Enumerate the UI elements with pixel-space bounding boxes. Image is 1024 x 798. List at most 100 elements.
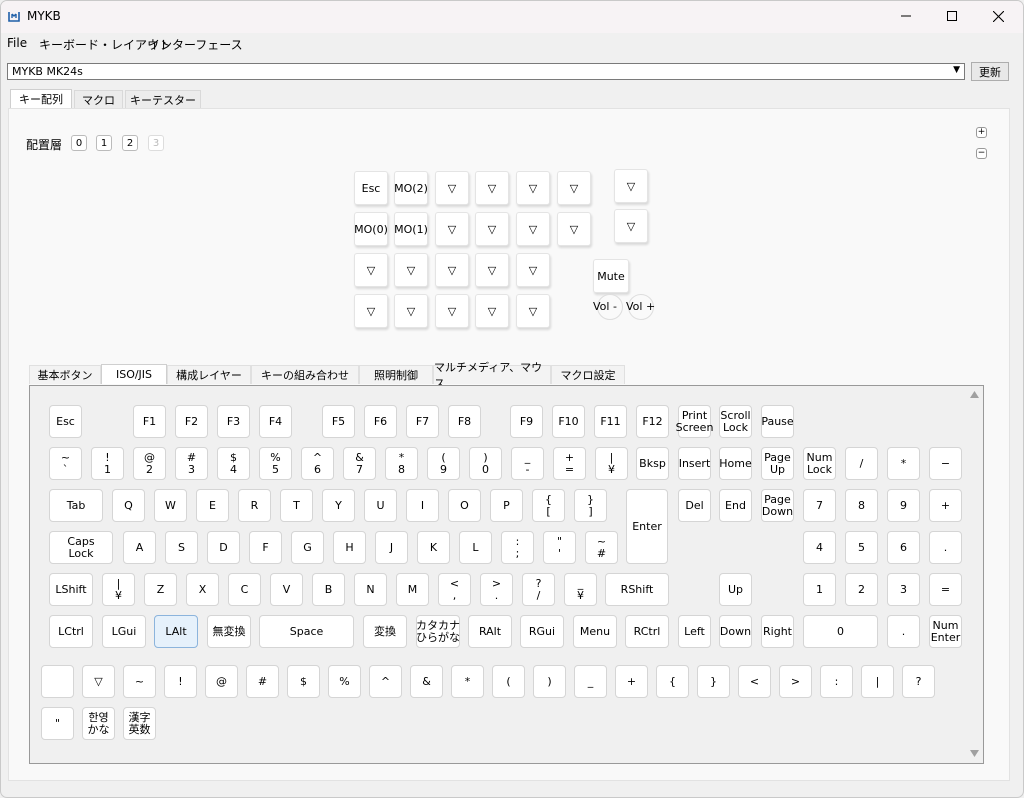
key-blank[interactable] [41, 665, 74, 698]
key-2[interactable]: @2 [133, 447, 166, 480]
key-v[interactable]: V [270, 573, 303, 606]
key-down[interactable]: Down [719, 615, 752, 648]
menu-interface[interactable]: インターフェース [148, 36, 243, 53]
tab-key-layout[interactable]: キー配列 [10, 89, 72, 108]
key-f12[interactable]: F12 [636, 405, 669, 438]
macropad-key[interactable]: MO(0) [354, 212, 388, 246]
tab-iso-jis[interactable]: ISO/JIS [101, 364, 167, 384]
key-f7[interactable]: F7 [406, 405, 439, 438]
key-s_pct[interactable]: % [328, 665, 361, 698]
key-kpslash[interactable]: / [845, 447, 878, 480]
key-f1[interactable]: F1 [133, 405, 166, 438]
key-4[interactable]: $4 [217, 447, 250, 480]
tab-layers[interactable]: 構成レイヤー [167, 365, 251, 384]
key-lctrl[interactable]: LCtrl [49, 615, 93, 648]
key-kp0[interactable]: 0 [803, 615, 878, 648]
key-slash[interactable]: ? / [522, 573, 555, 606]
key-f5[interactable]: F5 [322, 405, 355, 438]
key-3[interactable]: #3 [175, 447, 208, 480]
key-f9[interactable]: F9 [510, 405, 543, 438]
key-kpstar[interactable]: * [887, 447, 920, 480]
key-lalt[interactable]: LAlt [154, 615, 198, 648]
key-kp6[interactable]: 6 [887, 531, 920, 564]
remove-layer-button[interactable]: − [976, 148, 987, 159]
key-s_under[interactable]: _ [574, 665, 607, 698]
key-p[interactable]: P [490, 489, 523, 522]
key-minus[interactable]: _ - [511, 447, 544, 480]
key-kp4[interactable]: 4 [803, 531, 836, 564]
key-pagedown[interactable]: Page Down [761, 489, 794, 522]
key-scrolllock[interactable]: Scroll Lock [719, 405, 752, 438]
key-e[interactable]: E [196, 489, 229, 522]
key-s_hash[interactable]: # [246, 665, 279, 698]
key-s_at[interactable]: @ [205, 665, 238, 698]
macropad-key[interactable]: ▽ [475, 253, 509, 287]
key-printscreen[interactable]: Print Screen [676, 405, 713, 438]
key-s_gt[interactable]: > [779, 665, 812, 698]
key-s_plus[interactable]: + [615, 665, 648, 698]
key-rgui[interactable]: RGui [520, 615, 564, 648]
key-kpdot2[interactable]: . [887, 615, 920, 648]
key-pageup[interactable]: Page Up [761, 447, 794, 480]
layer-1-button[interactable]: 1 [96, 135, 112, 151]
key-esc[interactable]: Esc [49, 405, 82, 438]
key-m[interactable]: M [396, 573, 429, 606]
macropad-key[interactable]: ▽ [475, 294, 509, 328]
layer-2-button[interactable]: 2 [122, 135, 138, 151]
key-enter[interactable]: Enter [626, 489, 668, 564]
key-w[interactable]: W [154, 489, 187, 522]
key-y[interactable]: Y [322, 489, 355, 522]
scrollbar[interactable] [966, 387, 983, 762]
key-kp2[interactable]: 2 [845, 573, 878, 606]
close-button[interactable] [975, 1, 1021, 31]
key-d[interactable]: D [207, 531, 240, 564]
key-kana[interactable]: カタカナ ひらがな [416, 615, 460, 648]
key-kpequal[interactable]: = [929, 573, 962, 606]
key-f3[interactable]: F3 [217, 405, 250, 438]
add-layer-button[interactable]: + [976, 127, 987, 138]
minimize-button[interactable] [883, 1, 929, 31]
key-6[interactable]: ^ 6 [301, 447, 334, 480]
key-s_rbrace[interactable]: } [697, 665, 730, 698]
key-b[interactable]: B [312, 573, 345, 606]
key-8[interactable]: * 8 [385, 447, 418, 480]
key-insert[interactable]: Insert [678, 447, 711, 480]
key-kp7[interactable]: 7 [803, 489, 836, 522]
macropad-key[interactable]: ▽ [516, 253, 550, 287]
key-lbracket[interactable]: {[ [532, 489, 565, 522]
mute-key[interactable]: Mute [593, 259, 629, 293]
key-f[interactable]: F [249, 531, 282, 564]
key-s_star[interactable]: * [451, 665, 484, 698]
macropad-key[interactable]: ▽ [557, 212, 591, 246]
key-x[interactable]: X [186, 573, 219, 606]
macropad-key[interactable]: ▽ [435, 253, 469, 287]
tab-macro-settings[interactable]: マクロ設定 [551, 365, 625, 384]
key-s_dollar[interactable]: $ [287, 665, 320, 698]
key-kp3[interactable]: 3 [887, 573, 920, 606]
macropad-key[interactable]: ▽ [516, 294, 550, 328]
key-kp5[interactable]: 5 [845, 531, 878, 564]
key-s_quest[interactable]: ? [902, 665, 935, 698]
key-kpplus[interactable]: + [929, 489, 962, 522]
key-i[interactable]: I [406, 489, 439, 522]
key-hash[interactable]: ~ # [585, 531, 618, 564]
key-kp9[interactable]: 9 [887, 489, 920, 522]
key-ralt[interactable]: RAlt [468, 615, 512, 648]
key-s_colon[interactable]: : [820, 665, 853, 698]
key-grave[interactable]: ~ ` [49, 447, 82, 480]
key-muhenkan[interactable]: 無変換 [207, 615, 251, 648]
key-kp8[interactable]: 8 [845, 489, 878, 522]
tab-macro[interactable]: マクロ [74, 90, 123, 109]
key-f4[interactable]: F4 [259, 405, 292, 438]
layer-0-button[interactable]: 0 [71, 135, 87, 151]
key-kp1[interactable]: 1 [803, 573, 836, 606]
key-s_pipe[interactable]: | [861, 665, 894, 698]
tab-basic-buttons[interactable]: 基本ボタン [29, 365, 101, 384]
key-lgui[interactable]: LGui [102, 615, 146, 648]
key-g[interactable]: G [291, 531, 324, 564]
key-s_rpar[interactable]: ) [533, 665, 566, 698]
key-s_tilde[interactable]: ~ [123, 665, 156, 698]
key-f2[interactable]: F2 [175, 405, 208, 438]
key-s_excl[interactable]: ! [164, 665, 197, 698]
key-yen[interactable]: | ¥ [595, 447, 628, 480]
